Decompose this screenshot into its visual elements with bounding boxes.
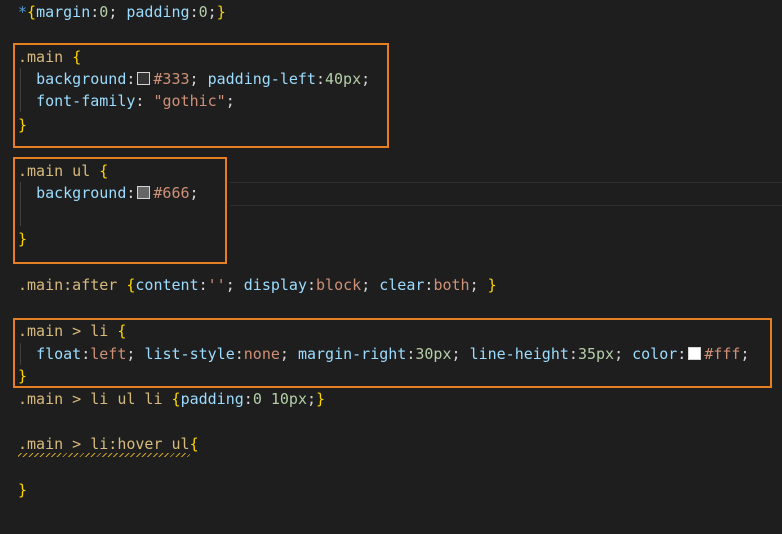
color-swatch-333[interactable]: [137, 72, 151, 85]
universal-selector: *: [18, 3, 28, 21]
code-line-main-background[interactable]: background: #333; padding-left:40px;: [18, 68, 370, 90]
code-line-main-after[interactable]: .main:after {content:''; display:block; …: [18, 274, 497, 296]
color-swatch-666[interactable]: [137, 186, 151, 199]
current-line-highlight: [230, 182, 782, 206]
code-line-li-close[interactable]: }: [18, 365, 27, 387]
code-line-hover-close[interactable]: }: [18, 479, 27, 501]
code-line-li-props[interactable]: float:left; list-style:none; margin-righ…: [18, 343, 749, 365]
warning-squiggle[interactable]: [18, 453, 190, 457]
css-selector: .main: [18, 48, 64, 66]
code-line-reset[interactable]: *{margin:0; padding:0;}: [18, 1, 226, 23]
code-line-main-ul-selector[interactable]: .main ul {: [18, 160, 108, 182]
code-line-main-font[interactable]: font-family: "gothic";: [18, 90, 235, 112]
code-line-hover-selector[interactable]: .main > li:hover ul{: [18, 433, 199, 455]
code-line-li-selector[interactable]: .main > li {: [18, 320, 126, 342]
code-line-main-selector[interactable]: .main {: [18, 46, 81, 68]
code-line-main-ul-background[interactable]: background: #666;: [18, 182, 199, 204]
code-line-main-close[interactable]: }: [18, 114, 27, 136]
color-swatch-fff[interactable]: [688, 347, 702, 360]
code-line-main-ul-close[interactable]: }: [18, 228, 27, 250]
code-line-li-ul-li[interactable]: .main > li ul li {padding:0 10px;}: [18, 388, 325, 410]
